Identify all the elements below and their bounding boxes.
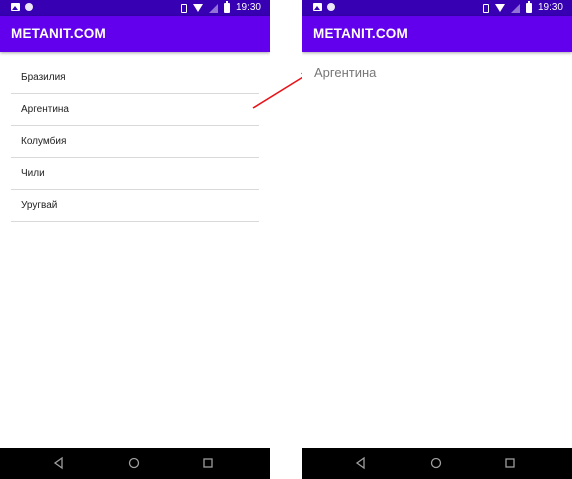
home-icon[interactable] — [429, 456, 443, 470]
country-list: Бразилия Аргентина Колумбия Чили Уругвай — [11, 62, 259, 222]
list-item-brazil[interactable]: Бразилия — [11, 62, 259, 94]
back-icon[interactable] — [354, 456, 368, 470]
vibrate-icon — [482, 3, 489, 13]
app-bar: METANIT.COM — [302, 16, 572, 52]
back-icon[interactable] — [52, 456, 66, 470]
image-icon — [11, 3, 20, 11]
wifi-icon — [494, 4, 505, 12]
app-title: METANIT.COM — [313, 26, 408, 41]
battery-icon — [223, 1, 230, 13]
app-bar: METANIT.COM — [0, 16, 270, 52]
phone-screen-list: 19:30 METANIT.COM Бразилия Аргентина Кол… — [0, 0, 270, 479]
list-item-colombia[interactable]: Колумбия — [11, 126, 259, 158]
navigation-bar — [302, 448, 572, 479]
circle-icon — [25, 3, 33, 11]
recents-icon[interactable] — [201, 456, 215, 470]
no-signal-icon — [510, 3, 520, 13]
status-time: 19:30 — [235, 2, 261, 13]
navigation-bar — [0, 448, 270, 479]
recents-icon[interactable] — [503, 456, 517, 470]
image-icon — [313, 3, 322, 11]
status-time: 19:30 — [537, 2, 563, 13]
no-signal-icon — [208, 3, 218, 13]
status-bar: 19:30 — [302, 0, 572, 16]
vibrate-icon — [180, 3, 187, 13]
list-item-argentina[interactable]: Аргентина — [11, 94, 259, 126]
status-bar: 19:30 — [0, 0, 270, 16]
phone-screen-detail: 19:30 METANIT.COM Аргентина — [302, 0, 572, 479]
wifi-icon — [192, 4, 203, 12]
home-icon[interactable] — [127, 456, 141, 470]
selected-country-text: Аргентина — [314, 65, 377, 80]
battery-icon — [525, 1, 532, 13]
list-item-uruguay[interactable]: Уругвай — [11, 190, 259, 222]
app-title: METANIT.COM — [11, 26, 106, 41]
circle-icon — [327, 3, 335, 11]
list-item-chile[interactable]: Чили — [11, 158, 259, 190]
